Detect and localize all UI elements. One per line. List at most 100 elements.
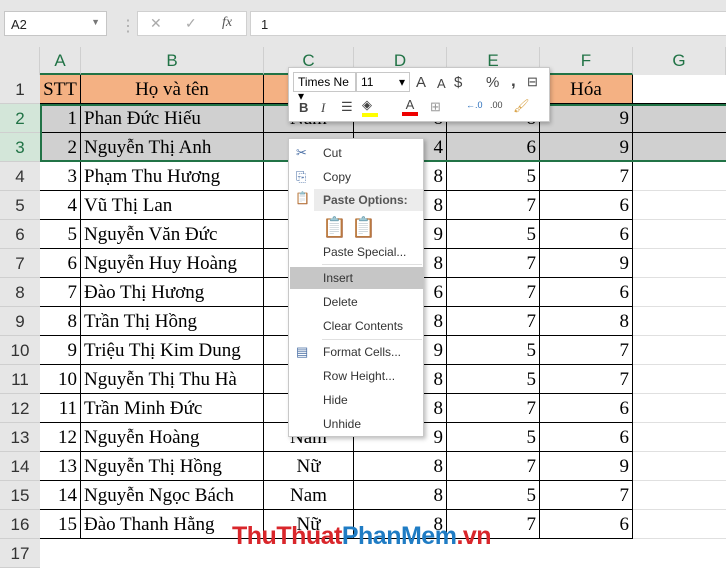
table-cell[interactable]: 7: [540, 365, 633, 394]
table-cell[interactable]: 6: [540, 394, 633, 423]
table-cell[interactable]: 5: [447, 481, 540, 510]
table-cell[interactable]: 5: [40, 220, 81, 249]
row-header-17[interactable]: 17: [0, 539, 40, 568]
enter-icon[interactable]: ✓: [185, 15, 197, 32]
chevron-down-icon[interactable]: ▼: [91, 17, 100, 27]
table-cell[interactable]: Nguyễn Hoàng: [81, 423, 264, 452]
fill-color-icon[interactable]: ◈: [362, 97, 378, 117]
table-cell[interactable]: 4: [40, 191, 81, 220]
table-cell[interactable]: 7: [447, 452, 540, 481]
column-header-B[interactable]: B: [81, 47, 264, 75]
paste-formatting-icon[interactable]: 📋: [322, 215, 347, 240]
table-cell[interactable]: Trần Minh Đức: [81, 394, 264, 423]
bold-button[interactable]: B: [299, 100, 308, 115]
row-header-16[interactable]: 16: [0, 510, 40, 539]
comma-button[interactable]: ,: [511, 71, 516, 91]
row-header-4[interactable]: 4: [0, 162, 40, 191]
table-cell[interactable]: Nam: [264, 481, 354, 510]
table-cell[interactable]: 7: [540, 162, 633, 191]
table-cell[interactable]: Nguyễn Thị Hồng: [81, 452, 264, 481]
table-cell[interactable]: 8: [354, 481, 447, 510]
table-cell[interactable]: 15: [40, 510, 81, 539]
table-cell[interactable]: [633, 452, 726, 481]
table-cell[interactable]: 5: [447, 162, 540, 191]
table-cell[interactable]: 6: [540, 220, 633, 249]
menu-item-delete[interactable]: Delete: [290, 291, 423, 313]
table-cell[interactable]: [633, 365, 726, 394]
table-cell[interactable]: 6: [40, 249, 81, 278]
table-cell[interactable]: [633, 278, 726, 307]
table-cell[interactable]: Nữ: [264, 452, 354, 481]
column-header-G[interactable]: G: [633, 47, 726, 75]
grow-font-button[interactable]: A: [416, 74, 426, 91]
increase-decimal-button[interactable]: ←.0: [466, 100, 483, 110]
font-size-select[interactable]: 11 ▾: [356, 72, 410, 92]
table-cell[interactable]: 7: [40, 278, 81, 307]
table-cell[interactable]: 11: [40, 394, 81, 423]
table-cell[interactable]: 8: [40, 307, 81, 336]
currency-button[interactable]: $: [454, 74, 462, 91]
table-cell[interactable]: 3: [40, 162, 81, 191]
table-cell[interactable]: 6: [540, 423, 633, 452]
table-cell[interactable]: 7: [447, 307, 540, 336]
table-cell[interactable]: 5: [447, 336, 540, 365]
header-cell[interactable]: Hóa: [540, 75, 633, 104]
table-cell[interactable]: [633, 394, 726, 423]
table-cell[interactable]: 6: [540, 510, 633, 539]
table-cell[interactable]: [633, 481, 726, 510]
paste-values-icon[interactable]: 📋: [351, 215, 376, 240]
table-cell[interactable]: Nguyễn Ngọc Bách: [81, 481, 264, 510]
cancel-icon[interactable]: ✕: [150, 15, 162, 32]
select-all-button[interactable]: [0, 47, 40, 75]
table-cell[interactable]: [633, 423, 726, 452]
table-cell[interactable]: 8: [354, 452, 447, 481]
formula-input[interactable]: 1: [250, 11, 726, 36]
menu-item-row-height[interactable]: Row Height...: [290, 365, 423, 387]
shrink-font-button[interactable]: A: [437, 76, 446, 91]
percent-button[interactable]: %: [486, 74, 499, 91]
table-cell[interactable]: 7: [447, 394, 540, 423]
row-header-3[interactable]: 3: [0, 133, 40, 162]
table-cell[interactable]: 6: [540, 191, 633, 220]
table-cell[interactable]: 9: [540, 249, 633, 278]
header-cell[interactable]: Họ và tên: [81, 75, 264, 104]
menu-item-paste-special[interactable]: Paste Special...: [290, 241, 423, 263]
table-cell[interactable]: Triệu Thị Kim Dung: [81, 336, 264, 365]
table-cell[interactable]: [633, 307, 726, 336]
table-cell[interactable]: 7: [540, 481, 633, 510]
table-cell[interactable]: [633, 336, 726, 365]
row-header-6[interactable]: 6: [0, 220, 40, 249]
table-cell[interactable]: Vũ Thị Lan: [81, 191, 264, 220]
table-cell[interactable]: [633, 249, 726, 278]
table-cell[interactable]: 12: [40, 423, 81, 452]
wrap-icon[interactable]: ⊟: [527, 74, 538, 90]
table-cell[interactable]: [633, 510, 726, 539]
table-cell[interactable]: 10: [40, 365, 81, 394]
table-cell[interactable]: Phạm Thu Hương: [81, 162, 264, 191]
table-cell[interactable]: 8: [540, 307, 633, 336]
table-cell[interactable]: [633, 191, 726, 220]
font-name-select[interactable]: Times Ne ▾: [293, 72, 356, 103]
table-cell[interactable]: 7: [447, 278, 540, 307]
menu-item-hide[interactable]: Hide: [290, 389, 423, 411]
column-header-F[interactable]: F: [540, 47, 633, 75]
row-header-9[interactable]: 9: [0, 307, 40, 336]
table-cell[interactable]: Nguyễn Thị Thu Hà: [81, 365, 264, 394]
header-cell[interactable]: STT: [40, 75, 81, 104]
table-cell[interactable]: 6: [540, 278, 633, 307]
row-header-13[interactable]: 13: [0, 423, 40, 452]
italic-button[interactable]: I: [321, 100, 325, 116]
row-header-1[interactable]: 1: [0, 75, 40, 104]
header-cell[interactable]: [633, 75, 726, 104]
name-box[interactable]: A2 ▼: [4, 11, 107, 36]
menu-item-format-cells[interactable]: ▤ Format Cells...: [290, 341, 423, 363]
table-cell[interactable]: 5: [447, 423, 540, 452]
row-header-12[interactable]: 12: [0, 394, 40, 423]
row-header-10[interactable]: 10: [0, 336, 40, 365]
table-cell[interactable]: 7: [447, 191, 540, 220]
insert-function-button[interactable]: fx: [222, 15, 232, 31]
menu-item-clear-contents[interactable]: Clear Contents: [290, 315, 423, 337]
table-cell[interactable]: 13: [40, 452, 81, 481]
column-header-A[interactable]: A: [40, 47, 81, 75]
table-cell[interactable]: Nguyễn Văn Đức: [81, 220, 264, 249]
